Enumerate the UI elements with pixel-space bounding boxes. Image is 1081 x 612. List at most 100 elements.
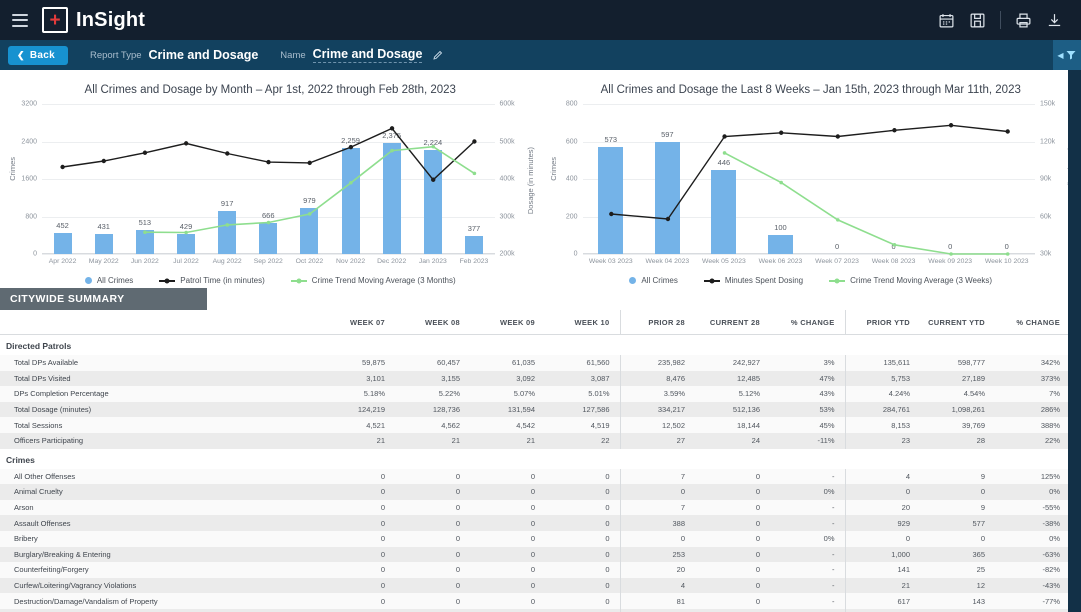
series-point[interactable] xyxy=(225,223,230,227)
series-point[interactable] xyxy=(60,164,65,170)
table-header-cell[interactable]: WEEK 09 xyxy=(470,310,545,335)
y-axis-tick: 400 xyxy=(565,175,578,183)
x-axis-tick: Week 05 2023 xyxy=(702,258,746,265)
legend-swatch-bar-icon xyxy=(84,277,92,284)
legend-item-crime-trend[interactable]: Crime Trend Moving Average (3 Months) xyxy=(290,276,456,285)
series-point[interactable] xyxy=(143,230,147,235)
back-button-label: Back xyxy=(29,49,55,61)
x-axis-labels: Apr 2022 May 2022 Jun 2022 Jul 2022 Aug 2022… xyxy=(42,258,495,265)
table-cell: 59,875 xyxy=(320,355,395,371)
series-point[interactable] xyxy=(390,148,394,153)
table-row[interactable]: Arson 0 0 0 0 7 0-20 9 -55% xyxy=(0,499,1070,516)
legend-item-all-crimes[interactable]: All Crimes xyxy=(629,276,678,285)
series-point[interactable] xyxy=(472,171,477,176)
table-row[interactable]: Animal Cruelty 0 0 0 0 0 0 0% 0 0 0% xyxy=(0,484,1070,500)
series-point[interactable] xyxy=(183,141,189,146)
series-point[interactable] xyxy=(721,134,727,139)
series-point[interactable] xyxy=(948,252,953,256)
table-cell: 5.22% xyxy=(395,386,470,402)
table-cell: 0 xyxy=(320,546,395,563)
pencil-icon[interactable] xyxy=(432,49,444,61)
table-header-cell[interactable]: CURRENT YTD xyxy=(920,310,995,335)
calendar-icon[interactable] xyxy=(938,12,955,29)
table-row[interactable]: DPs Completion Percentage 5.18% 5.22% 5.07%… xyxy=(0,386,1070,402)
series-point[interactable] xyxy=(307,212,312,216)
series-point[interactable] xyxy=(307,160,312,166)
table-cell: 0 xyxy=(395,577,470,594)
table-row[interactable]: Counterfeiting/Forgery 0 0 0 0 20 0-141 25 -82% xyxy=(0,562,1070,578)
hamburger-icon[interactable] xyxy=(12,13,28,27)
table-header-cell[interactable]: WEEK 08 xyxy=(395,310,470,335)
table-row[interactable]: Total Dosage (minutes) 124,219 128,736 131,… xyxy=(0,401,1070,418)
series-point[interactable] xyxy=(892,243,896,247)
table-cell: 45% xyxy=(770,417,845,433)
series-point[interactable] xyxy=(184,230,188,235)
series-point[interactable] xyxy=(266,159,271,165)
series-point[interactable] xyxy=(348,144,354,150)
series-point[interactable] xyxy=(142,150,148,155)
table-group-row: Crimes xyxy=(0,448,1070,469)
series-point[interactable] xyxy=(948,123,953,128)
series-point[interactable] xyxy=(431,144,436,149)
download-icon[interactable] xyxy=(1046,12,1063,29)
table-cell: - xyxy=(770,593,845,609)
series-point[interactable] xyxy=(778,130,783,135)
table-cell: 4,521 xyxy=(320,417,395,433)
table-row[interactable]: Total DPs Visited 3,101 3,155 3,092 3,087 8,4… xyxy=(0,370,1070,387)
series-point[interactable] xyxy=(722,151,726,155)
legend-item-crime-trend[interactable]: Crime Trend Moving Average (3 Weeks) xyxy=(829,276,992,285)
table-row[interactable]: Total DPs Available 59,875 60,457 61,035 61,… xyxy=(0,355,1070,371)
legend-item-all-crimes[interactable]: All Crimes xyxy=(84,276,133,285)
x-axis-tick: Oct 2022 xyxy=(295,258,324,265)
table-cell: 9 xyxy=(920,499,995,516)
table-header-cell[interactable]: % CHANGE xyxy=(995,310,1070,335)
table-row[interactable]: Officers Participating 21 21 21 22 27 24 -11% 23… xyxy=(0,432,1070,449)
table-row[interactable]: Assault Offenses 0 0 0 0 388 0-929 577 -38% xyxy=(0,515,1070,531)
table-cell: 1,098,261 xyxy=(920,401,995,418)
series-point[interactable] xyxy=(891,128,897,133)
table-row[interactable]: Total Sessions 4,521 4,562 4,542 4,519 12,502… xyxy=(0,417,1070,433)
series-point[interactable] xyxy=(835,218,840,222)
series-point[interactable] xyxy=(1005,252,1009,256)
series-point[interactable] xyxy=(266,220,271,225)
series-point[interactable] xyxy=(835,134,840,139)
table-header-cell[interactable]: CURRENT 28 xyxy=(695,310,770,335)
table-cell: 4.54% xyxy=(920,386,995,402)
table-row[interactable]: Curfew/Loitering/Vagrancy Violations 0 0 0 0… xyxy=(0,577,1070,594)
series-point[interactable] xyxy=(608,211,614,217)
save-icon[interactable] xyxy=(969,12,986,29)
table-cell: 0 xyxy=(545,593,620,609)
back-button[interactable]: ❮ Back xyxy=(8,45,68,65)
table-header-cell[interactable]: PRIOR YTD xyxy=(844,310,920,335)
table-cell: 0 xyxy=(695,515,770,531)
table-header-label[interactable] xyxy=(0,310,320,335)
table-row[interactable]: Burglary/Breaking & Entering 0 0 0 0 253 0-1,0… xyxy=(0,546,1070,563)
series-point[interactable] xyxy=(778,180,783,185)
series-point[interactable] xyxy=(101,158,106,164)
table-cell: 5.01% xyxy=(545,386,620,402)
series-point[interactable] xyxy=(431,177,436,182)
table-header-cell[interactable]: PRIOR 28 xyxy=(619,310,695,335)
table-header-cell[interactable]: WEEK 07 xyxy=(320,310,395,335)
series-point[interactable] xyxy=(389,126,395,131)
table-row[interactable]: Destruction/Damage/Vandalism of Property… xyxy=(0,593,1070,609)
table-row[interactable]: Bribery 0 0 0 0 0 0 0% 0 0 0% xyxy=(0,530,1070,547)
legend-item-minutes-dosing[interactable]: Minutes Spent Dosing xyxy=(703,276,803,285)
table-cell: 9 xyxy=(920,468,995,485)
series-point[interactable] xyxy=(472,139,477,144)
table-header-cell[interactable]: % CHANGE xyxy=(770,310,845,335)
print-icon[interactable] xyxy=(1015,12,1032,29)
table-cell: 0 xyxy=(545,562,620,578)
report-name-value[interactable]: Crime and Dosage xyxy=(312,47,423,63)
series-point[interactable] xyxy=(225,151,230,156)
table-row[interactable]: All Other Offenses 0 0 0 0 7 0-4 9 125% xyxy=(0,468,1070,485)
table-cell: 0 xyxy=(395,515,470,531)
filter-toggle-button[interactable]: ◀ xyxy=(1053,40,1081,70)
x-axis-tick: Week 04 2023 xyxy=(645,258,690,265)
legend-item-patrol-time[interactable]: Patrol Time (in minutes) xyxy=(159,276,265,285)
series-point[interactable] xyxy=(1004,129,1010,134)
series-point[interactable] xyxy=(349,180,353,185)
table-header-cell[interactable]: WEEK 10 xyxy=(545,310,620,335)
table-cell: 25 xyxy=(920,562,995,578)
series-point[interactable] xyxy=(665,216,670,222)
